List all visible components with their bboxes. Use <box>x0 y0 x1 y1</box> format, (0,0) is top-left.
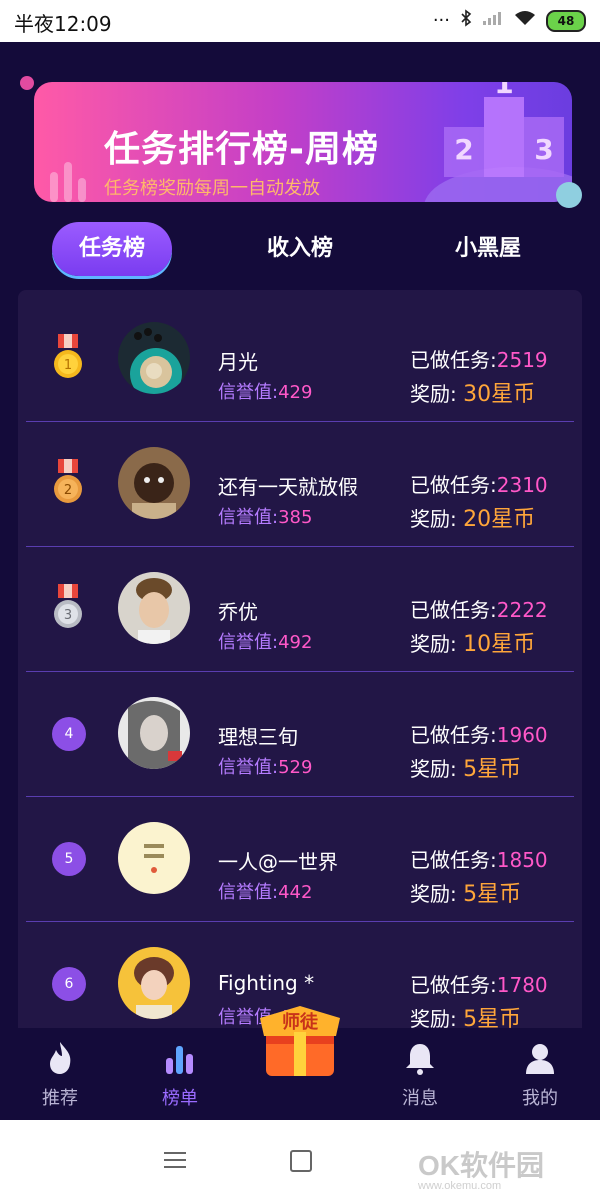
reward: 奖励: 10星币 <box>410 632 536 657</box>
svg-text:2: 2 <box>64 483 72 498</box>
avatar[interactable] <box>118 697 190 769</box>
chart-bars-icon <box>166 1046 193 1074</box>
nav-item-messages[interactable]: 消息 <box>380 1038 460 1110</box>
nav-label: 推荐 <box>42 1088 78 1109</box>
user-name: 月光 <box>218 350 258 374</box>
bluetooth-icon <box>460 9 472 32</box>
master-button-label: 师徒 <box>282 1011 319 1033</box>
tasks-done: 已做任务:2519 <box>410 348 548 372</box>
menu-icon[interactable] <box>164 1152 186 1168</box>
master-apprentice-button[interactable]: 师徒 <box>252 988 348 1084</box>
status-bar: 半夜12:09 ··· 48 <box>0 0 600 42</box>
silver-medal-icon: 3 <box>54 584 82 628</box>
reward: 奖励: 20星币 <box>410 507 536 532</box>
user-icon <box>526 1044 554 1074</box>
home-icon[interactable] <box>290 1150 312 1172</box>
decorative-dot <box>556 182 582 208</box>
signal-icon <box>482 10 504 31</box>
nav-label: 我的 <box>522 1088 558 1109</box>
tasks-done: 已做任务:1960 <box>410 723 548 747</box>
tasks-done: 已做任务:1850 <box>410 848 548 872</box>
weekly-ranking-banner: 任务排行榜-周榜 任务榜奖励每周一自动发放 1 2 3 <box>34 82 572 202</box>
tab-blacklist[interactable]: 小黑屋 <box>428 222 548 276</box>
nav-label: 榜单 <box>162 1088 198 1109</box>
avatar[interactable] <box>118 447 190 519</box>
user-name: 还有一天就放假 <box>218 475 358 499</box>
nav-label: 消息 <box>402 1088 438 1109</box>
credit-score: 信誉值:429 <box>218 382 313 403</box>
more-dots-icon: ··· <box>432 10 450 31</box>
wifi-icon <box>514 10 536 31</box>
bars-decoration-icon <box>50 162 86 202</box>
podium-digit-3: 3 <box>534 133 553 166</box>
credit-score: 信誉值:442 <box>218 882 313 903</box>
decorative-dot <box>20 76 34 90</box>
bronze-medal-icon: 2 <box>54 459 82 503</box>
reward: 奖励: 30星币 <box>410 382 536 407</box>
podium-digit-2: 2 <box>454 133 473 166</box>
system-navigation-bar: OK软件园 www.okemu.com <box>0 1120 600 1200</box>
flame-icon <box>50 1042 71 1074</box>
watermark-logo: OK软件园 www.okemu.com <box>418 1150 545 1192</box>
reward: 奖励: 5星币 <box>410 882 522 907</box>
tab-task-ranking[interactable]: 任务榜 <box>52 222 172 276</box>
nav-item-profile[interactable]: 我的 <box>500 1038 580 1110</box>
status-time: 半夜12:09 <box>14 12 112 36</box>
user-name: 理想三旬 <box>218 725 298 749</box>
tasks-done: 已做任务:1780 <box>410 973 548 997</box>
ranking-row[interactable]: 4 理想三旬 信誉值:529 已做任务:1960 奖励: 5星币 <box>26 671 574 797</box>
reward: 奖励: 5星币 <box>410 757 522 782</box>
user-name: 一人@一世界 <box>218 850 338 874</box>
podium-digit-1: 1 <box>494 82 513 100</box>
rank-badge: 5 <box>52 842 86 876</box>
banner-subtitle: 任务榜奖励每周一自动发放 <box>104 178 320 199</box>
avatar[interactable] <box>118 822 190 894</box>
nav-item-recommend[interactable]: 推荐 <box>20 1038 100 1110</box>
avatar[interactable] <box>118 322 190 394</box>
rank-badge: 6 <box>52 967 86 1001</box>
ranking-row[interactable]: 2 还有一天就放假 信誉值:385 已做任务:2310 奖励: 20星币 <box>26 421 574 547</box>
rank-badge: 4 <box>52 717 86 751</box>
status-icons: ··· 48 <box>433 9 586 32</box>
ranking-row[interactable]: 5 一人@一世界 信誉值:442 已做任务:1850 奖励: 5星币 <box>26 796 574 922</box>
tasks-done: 已做任务:2310 <box>410 473 548 497</box>
ranking-list: 1 月光 信誉值:429 已做任务:2519 奖励: 30星币 2 还有一天就放… <box>18 290 582 1050</box>
tasks-done: 已做任务:2222 <box>410 598 548 622</box>
ranking-row[interactable]: 3 乔优 信誉值:492 已做任务:2222 奖励: 10星币 <box>26 546 574 672</box>
nav-item-rankings[interactable]: 榜单 <box>140 1038 220 1110</box>
svg-text:3: 3 <box>64 608 72 623</box>
avatar[interactable] <box>118 947 190 1019</box>
banner-title: 任务排行榜-周榜 <box>104 129 379 170</box>
credit-score: 信誉值:492 <box>218 632 313 653</box>
podium-icon: 1 2 3 <box>424 82 572 202</box>
svg-text:1: 1 <box>64 358 72 373</box>
gold-medal-icon: 1 <box>54 334 82 378</box>
avatar[interactable] <box>118 572 190 644</box>
bell-icon <box>406 1044 434 1075</box>
credit-score: 信誉值:385 <box>218 507 313 528</box>
battery-icon: 48 <box>546 9 586 32</box>
ranking-row[interactable]: 1 月光 信誉值:429 已做任务:2519 奖励: 30星币 <box>26 296 574 422</box>
tab-income-ranking[interactable]: 收入榜 <box>240 222 360 276</box>
credit-score: 信誉值:529 <box>218 757 313 778</box>
user-name: 乔优 <box>218 600 258 624</box>
